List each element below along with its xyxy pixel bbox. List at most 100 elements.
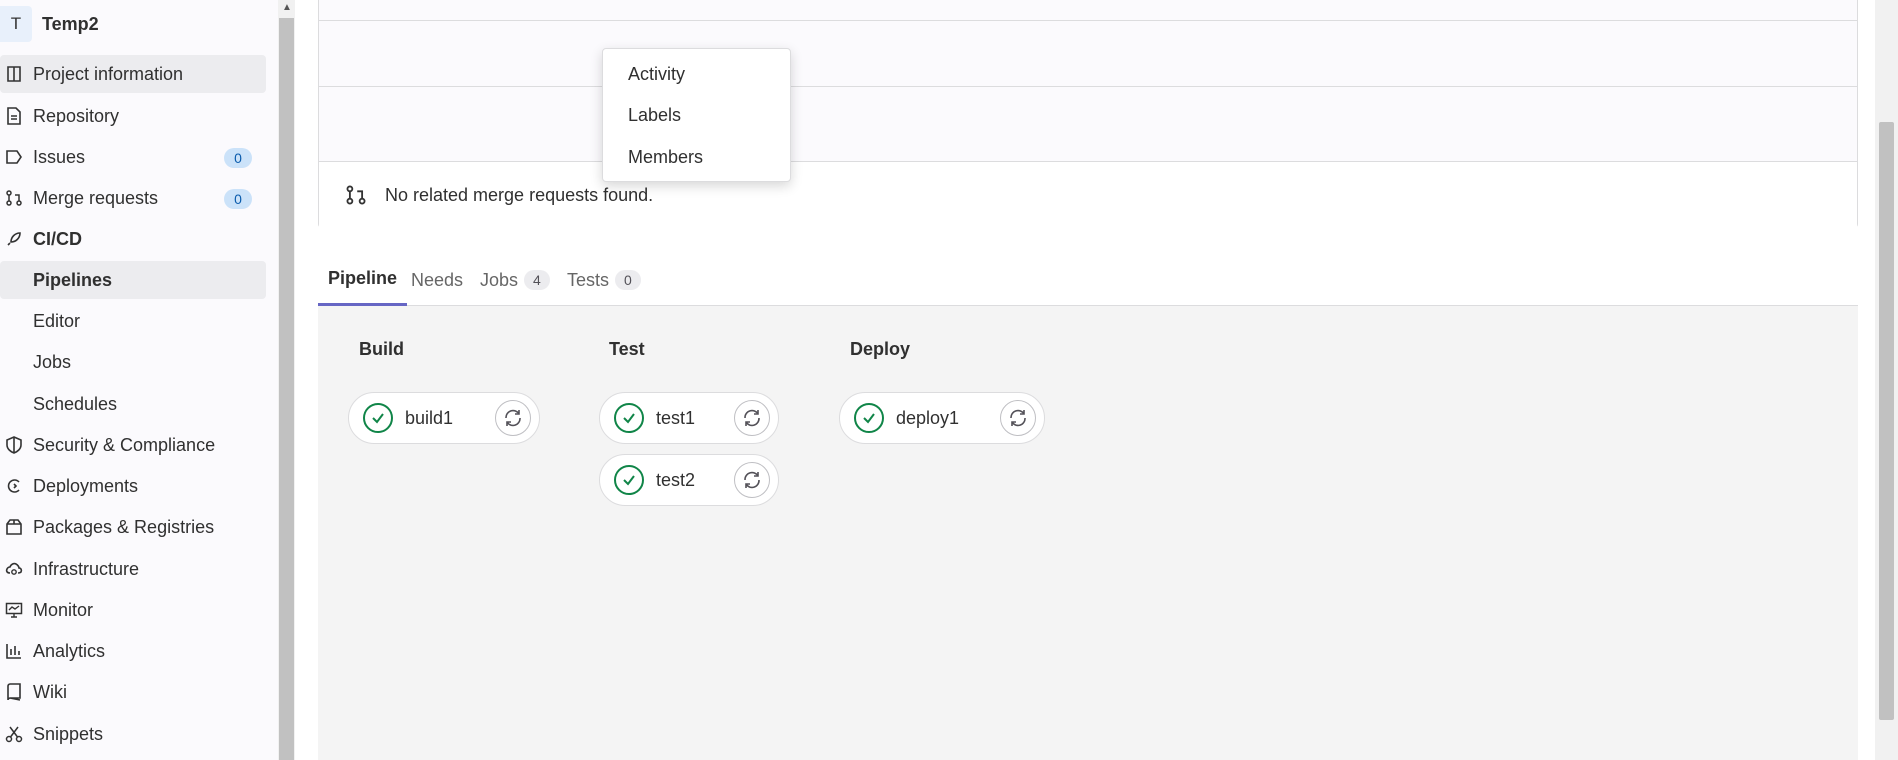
- card-row: [319, 0, 1857, 21]
- job-build1[interactable]: build1: [348, 392, 540, 444]
- status-success-icon: [854, 403, 884, 433]
- sidebar-item-label: Wiki: [33, 681, 67, 702]
- sidebar-item-label: Snippets: [33, 723, 104, 744]
- package-icon: [3, 517, 25, 537]
- pipeline-info-card: No related merge requests found.: [318, 0, 1858, 228]
- sidebar-item-label: CI/CD: [33, 228, 82, 249]
- doc-icon: [3, 106, 25, 126]
- sidebar-item-cicd[interactable]: CI/CD: [0, 220, 266, 258]
- sidebar-item-issues[interactable]: Issues 0: [0, 138, 266, 176]
- sidebar-item-project-information[interactable]: Project information: [0, 55, 266, 93]
- merge-requests-count-badge: 0: [224, 189, 252, 209]
- sidebar-item-label: Repository: [33, 105, 120, 126]
- stage-title-build: Build: [359, 339, 404, 359]
- monitor-icon: [3, 600, 25, 620]
- retry-icon[interactable]: [734, 462, 770, 498]
- tab-needs[interactable]: Needs: [411, 254, 463, 306]
- pipeline-graph: Build Test Deploy build1 test1 test2 dep…: [318, 306, 1858, 760]
- sidebar-item-label: Editor: [33, 310, 81, 331]
- sidebar-item-label: Schedules: [33, 393, 118, 414]
- sidebar-item-analytics[interactable]: Analytics: [0, 632, 266, 670]
- status-success-icon: [614, 465, 644, 495]
- sidebar-item-security-compliance[interactable]: Security & Compliance: [0, 426, 266, 464]
- sidebar-item-jobs[interactable]: Jobs: [0, 343, 266, 381]
- project-icon: [3, 64, 25, 84]
- book-icon: [3, 682, 25, 702]
- related-merge-requests: No related merge requests found.: [319, 161, 1857, 228]
- tab-label: Jobs: [480, 269, 519, 290]
- tab-label: Pipeline: [328, 268, 398, 288]
- sidebar-item-editor[interactable]: Editor: [0, 302, 266, 340]
- sidebar-item-monitor[interactable]: Monitor: [0, 591, 266, 629]
- pipeline-tabs: Pipeline Needs Jobs 4 Tests 0: [318, 254, 1858, 306]
- job-name: test1: [656, 407, 696, 428]
- chart-icon: [3, 641, 25, 661]
- job-name: test2: [656, 469, 696, 490]
- sidebar-item-repository[interactable]: Repository: [0, 97, 266, 135]
- job-name: deploy1: [896, 407, 960, 428]
- sidebar-item-label: Security & Compliance: [33, 434, 216, 455]
- sidebar-item-label: Packages & Registries: [33, 516, 215, 537]
- sidebar-item-label: Jobs: [33, 351, 72, 372]
- scroll-up-arrow-icon[interactable]: ▲: [282, 2, 292, 13]
- sidebar-item-label: Project information: [33, 63, 184, 84]
- status-success-icon: [614, 403, 644, 433]
- tab-label: Tests: [567, 269, 610, 290]
- job-test1[interactable]: test1: [599, 392, 779, 444]
- sidebar-item-label: Merge requests: [33, 187, 159, 208]
- tab-jobs[interactable]: Jobs 4: [480, 254, 550, 306]
- tab-pipeline[interactable]: Pipeline: [318, 254, 408, 306]
- shield-icon: [3, 435, 25, 455]
- issues-count-badge: 0: [224, 148, 252, 168]
- merge-request-icon: [345, 184, 369, 206]
- sidebar-item-label: Analytics: [33, 640, 106, 661]
- sidebar-item-schedules[interactable]: Schedules: [0, 385, 266, 423]
- main-content: No related merge requests found. Pipelin…: [295, 0, 1875, 760]
- merge-request-icon: [3, 188, 25, 208]
- job-deploy1[interactable]: deploy1: [839, 392, 1045, 444]
- cloud-icon: [3, 559, 25, 579]
- sidebar-item-packages-registries[interactable]: Packages & Registries: [0, 508, 266, 546]
- issues-icon: [3, 147, 25, 167]
- card-row: [319, 21, 1857, 87]
- job-test2[interactable]: test2: [599, 454, 779, 506]
- rocket-icon: [3, 229, 25, 249]
- sidebar-item-label: Infrastructure: [33, 558, 140, 579]
- sidebar-item-deployments[interactable]: Deployments: [0, 467, 266, 505]
- stage-title-deploy: Deploy: [850, 339, 911, 359]
- page-scrollbar-thumb[interactable]: [1879, 122, 1894, 720]
- tab-label: Needs: [411, 269, 464, 290]
- jobs-count-badge: 4: [524, 270, 550, 290]
- no-merge-requests-text: No related merge requests found.: [385, 184, 654, 205]
- sidebar-item-snippets[interactable]: Snippets: [0, 715, 266, 753]
- deployments-icon: [3, 476, 25, 496]
- tests-count-badge: 0: [615, 270, 641, 290]
- retry-icon[interactable]: [734, 400, 770, 436]
- sidebar-item-merge-requests[interactable]: Merge requests 0: [0, 179, 266, 217]
- job-name: build1: [405, 407, 454, 428]
- sidebar-item-pipelines[interactable]: Pipelines: [0, 261, 266, 299]
- sidebar-item-infrastructure[interactable]: Infrastructure: [0, 550, 266, 588]
- retry-icon[interactable]: [495, 400, 531, 436]
- project-name: Temp2: [42, 13, 99, 34]
- left-sidebar: T Temp2 Project information Repository I…: [0, 0, 278, 760]
- stage-title-test: Test: [609, 339, 645, 359]
- retry-icon[interactable]: [1000, 400, 1036, 436]
- page-scrollbar[interactable]: [1875, 0, 1898, 760]
- project-information-flyout: Activity Labels Members: [602, 48, 791, 182]
- project-avatar: T: [0, 6, 32, 42]
- flyout-item-activity[interactable]: Activity: [628, 64, 685, 85]
- sidebar-item-wiki[interactable]: Wiki: [0, 673, 266, 711]
- flyout-item-members[interactable]: Members: [628, 147, 703, 168]
- tab-tests[interactable]: Tests 0: [567, 254, 641, 306]
- flyout-item-labels[interactable]: Labels: [628, 105, 681, 126]
- sidebar-scrollbar[interactable]: ▲: [278, 0, 295, 760]
- status-success-icon: [363, 403, 393, 433]
- sidebar-item-label: Monitor: [33, 599, 94, 620]
- sidebar-scrollbar-thumb[interactable]: [279, 18, 294, 760]
- sidebar-item-label: Deployments: [33, 475, 139, 496]
- sidebar-item-label: Pipelines: [33, 269, 113, 290]
- sidebar-item-label: Issues: [33, 146, 86, 167]
- scissors-icon: [3, 724, 25, 744]
- project-header[interactable]: T Temp2: [0, 6, 99, 42]
